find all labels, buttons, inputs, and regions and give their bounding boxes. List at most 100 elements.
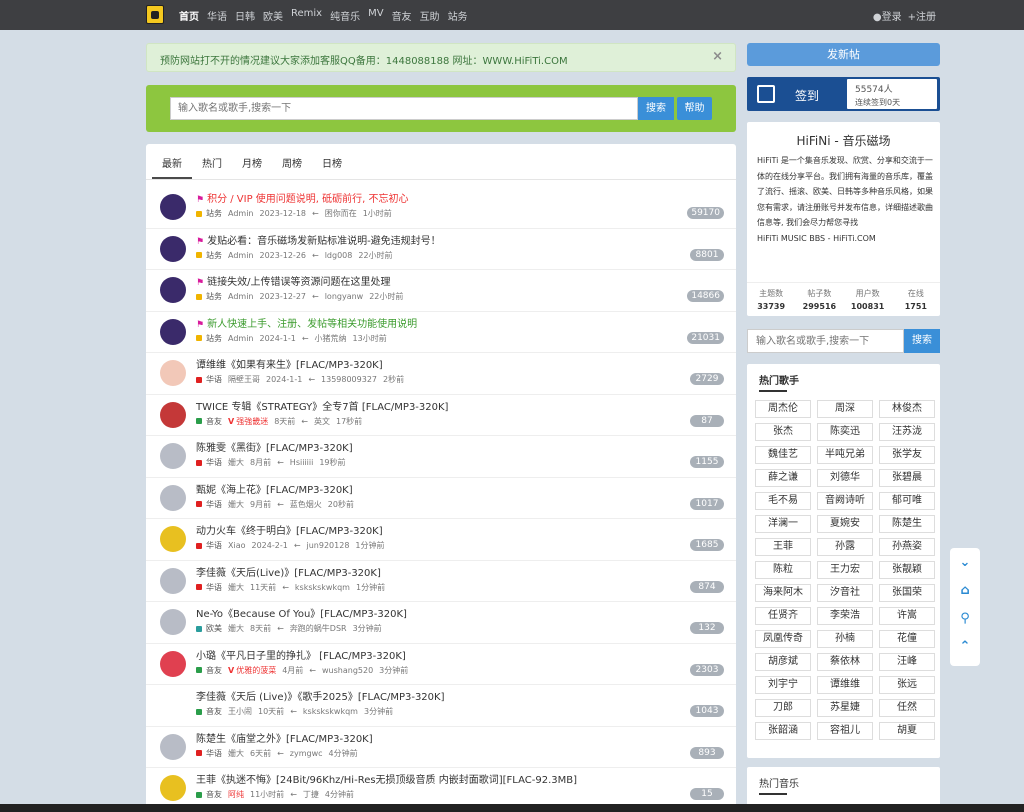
tab-latest[interactable]: 最新 — [152, 147, 192, 179]
nav-western[interactable]: 欧美 — [263, 8, 283, 23]
category-label[interactable]: 站务 — [206, 208, 222, 219]
singer-tag[interactable]: 陈粒 — [755, 561, 811, 579]
tab-hot[interactable]: 热门 — [192, 147, 232, 179]
singer-tag[interactable]: 凤凰传奇 — [755, 630, 811, 648]
tab-monthly[interactable]: 月榜 — [232, 147, 272, 179]
thread-title[interactable]: 动力火车《终于明白》[FLAC/MP3-320K] — [196, 522, 383, 537]
singer-tag[interactable]: 郁可唯 — [879, 492, 935, 510]
last-replier[interactable]: kskskskwkqm — [303, 707, 358, 716]
thread-title[interactable]: TWICE 专辑《STRATEGY》全专7首 [FLAC/MP3-320K] — [196, 398, 448, 413]
thread-row[interactable]: 小璐《平凡日子里的挣扎》 [FLAC/MP3-320K] 音友 V 优雅的菠菜 4月前 ←… — [146, 644, 736, 685]
category-label[interactable]: 站务 — [206, 333, 222, 344]
singer-tag[interactable]: 谭维维 — [817, 676, 873, 694]
nav-mv[interactable]: MV — [368, 8, 383, 23]
tab-daily[interactable]: 日榜 — [312, 147, 352, 179]
nav-pure-music[interactable]: 纯音乐 — [330, 8, 360, 23]
singer-tag[interactable]: 张靓颖 — [879, 561, 935, 579]
thread-row[interactable]: Ne-Yo《Because Of You》[FLAC/MP3-320K] 欧美 姗大… — [146, 602, 736, 644]
nav-remix[interactable]: Remix — [291, 8, 322, 23]
thread-title[interactable]: 王菲《执迷不悔》[24Bit/96Khz/Hi-Res无损顶级音质 内嵌封面歌词… — [196, 771, 577, 786]
site-logo[interactable] — [146, 5, 164, 24]
last-replier[interactable]: 丁捷 — [303, 789, 319, 800]
last-replier[interactable]: 困你而在 — [325, 208, 357, 219]
thread-row[interactable]: 动力火车《终于明白》[FLAC/MP3-320K] 华语 Xiao 2024-2-1 ←… — [146, 519, 736, 561]
last-replier[interactable]: 蓝色烟火 — [290, 499, 322, 510]
singer-tag[interactable]: 蔡依林 — [817, 653, 873, 671]
singer-tag[interactable]: 李荣浩 — [817, 607, 873, 625]
last-replier[interactable]: longyanw — [325, 292, 364, 301]
singer-tag[interactable]: 夏婉安 — [817, 515, 873, 533]
avatar[interactable] — [160, 526, 186, 552]
singer-tag[interactable]: 孙燕姿 — [879, 538, 935, 556]
sidebar-search-button[interactable]: 搜索 — [904, 329, 940, 353]
singer-tag[interactable]: 花僮 — [879, 630, 935, 648]
category-label[interactable]: 欧美 — [206, 623, 222, 634]
category-label[interactable]: 华语 — [206, 748, 222, 759]
author-name[interactable]: Admin — [228, 251, 254, 260]
nav-site[interactable]: 站务 — [448, 8, 468, 23]
help-button[interactable]: 帮助 — [677, 97, 712, 120]
last-replier[interactable]: ldg008 — [325, 251, 353, 260]
singer-tag[interactable]: 容祖儿 — [817, 722, 873, 740]
singer-tag[interactable]: 汪峰 — [879, 653, 935, 671]
singer-tag[interactable]: 陈楚生 — [879, 515, 935, 533]
avatar[interactable] — [160, 360, 186, 386]
thread-title[interactable]: 李佳薇《天后(Live)》[FLAC/MP3-320K] — [196, 564, 381, 579]
thread-title[interactable]: ⚑ 积分 / VIP 使用问题说明, 砥砺前行, 不忘初心 — [196, 190, 409, 205]
home-icon[interactable]: ⌂ — [957, 583, 973, 599]
singer-tag[interactable]: 孙露 — [817, 538, 873, 556]
singer-tag[interactable]: 王菲 — [755, 538, 811, 556]
author-name[interactable]: 阿纯 — [228, 789, 244, 800]
author-name[interactable]: 强強畿迷 — [236, 416, 268, 427]
search-button[interactable]: 搜索 — [638, 97, 674, 120]
singer-tag[interactable]: 张国荣 — [879, 584, 935, 602]
thread-row[interactable]: 谭维维《如果有来生》[FLAC/MP3-320K] 华语 隔壁王哥 2024-1-1 ←… — [146, 353, 736, 395]
category-label[interactable]: 华语 — [206, 499, 222, 510]
new-post-button[interactable]: 发新帖 — [747, 43, 940, 66]
thread-row[interactable]: TWICE 专辑《STRATEGY》全专7首 [FLAC/MP3-320K] 音友… — [146, 395, 736, 436]
singer-tag[interactable]: 苏星婕 — [817, 699, 873, 717]
close-icon[interactable]: × — [712, 49, 723, 64]
thread-title[interactable]: ⚑ 发贴必看：音乐磁场发新贴标准说明-避免违规封号！ — [196, 232, 441, 247]
thread-row[interactable]: ⚑ 发贴必看：音乐磁场发新贴标准说明-避免违规封号！ 站务 Admin 2023-12-… — [146, 229, 736, 270]
category-label[interactable]: 站务 — [206, 250, 222, 261]
author-name[interactable]: 姗大 — [228, 748, 244, 759]
author-name[interactable]: 姗大 — [228, 623, 244, 634]
register-link[interactable]: +注册 — [908, 8, 936, 23]
singer-tag[interactable]: 张学友 — [879, 446, 935, 464]
thread-row[interactable]: ⚑ 新人快速上手、注册、发帖等相关功能使用说明 站务 Admin 2024-1-1 ← 小猪… — [146, 312, 736, 353]
thread-title[interactable]: 陈雅雯《黑街》[FLAC/MP3-320K] — [196, 439, 353, 454]
singer-tag[interactable]: 张韶涵 — [755, 722, 811, 740]
thread-row[interactable]: ⚑ 链接失效/上传错误等资源问题在这里处理 站务 Admin 2023-12-27 ← lo… — [146, 270, 736, 312]
thread-row[interactable]: 甄妮《海上花》[FLAC/MP3-320K] 华语 姗大 9月前 ← 蓝色烟火 20秒前 10… — [146, 478, 736, 519]
author-name[interactable]: Admin — [228, 209, 254, 218]
search-input[interactable] — [170, 97, 638, 120]
category-label[interactable]: 音友 — [206, 665, 222, 676]
singer-tag[interactable]: 任然 — [879, 699, 935, 717]
avatar[interactable] — [160, 443, 186, 469]
singer-tag[interactable]: 半吨兄弟 — [817, 446, 873, 464]
singer-tag[interactable]: 王力宏 — [817, 561, 873, 579]
singer-tag[interactable]: 胡彦斌 — [755, 653, 811, 671]
thread-title[interactable]: ⚑ 新人快速上手、注册、发帖等相关功能使用说明 — [196, 315, 417, 330]
last-replier[interactable]: 英文 — [314, 416, 330, 427]
category-label[interactable]: 音友 — [206, 706, 222, 717]
sidebar-search-input[interactable] — [747, 329, 904, 353]
chevron-up-icon[interactable]: ⌃ — [957, 639, 973, 655]
author-name[interactable]: Xiao — [228, 541, 246, 550]
singer-tag[interactable]: 任贤齐 — [755, 607, 811, 625]
author-name[interactable]: 姗大 — [228, 499, 244, 510]
avatar[interactable] — [160, 484, 186, 511]
last-replier[interactable]: zymgwc — [290, 749, 323, 758]
last-replier[interactable]: Hsiiiiii — [290, 458, 314, 467]
tab-weekly[interactable]: 周榜 — [272, 147, 312, 179]
last-replier[interactable]: wushang520 — [322, 666, 373, 675]
author-name[interactable]: 隔壁王哥 — [228, 374, 260, 385]
category-label[interactable]: 音友 — [206, 789, 222, 800]
thread-title[interactable]: 甄妮《海上花》[FLAC/MP3-320K] — [196, 481, 353, 496]
singer-tag[interactable]: 周深 — [817, 400, 873, 418]
author-name[interactable]: 姗大 — [228, 582, 244, 593]
nav-home[interactable]: 首页 — [179, 8, 199, 23]
avatar[interactable] — [160, 775, 186, 801]
singer-tag[interactable]: 陈奕迅 — [817, 423, 873, 441]
